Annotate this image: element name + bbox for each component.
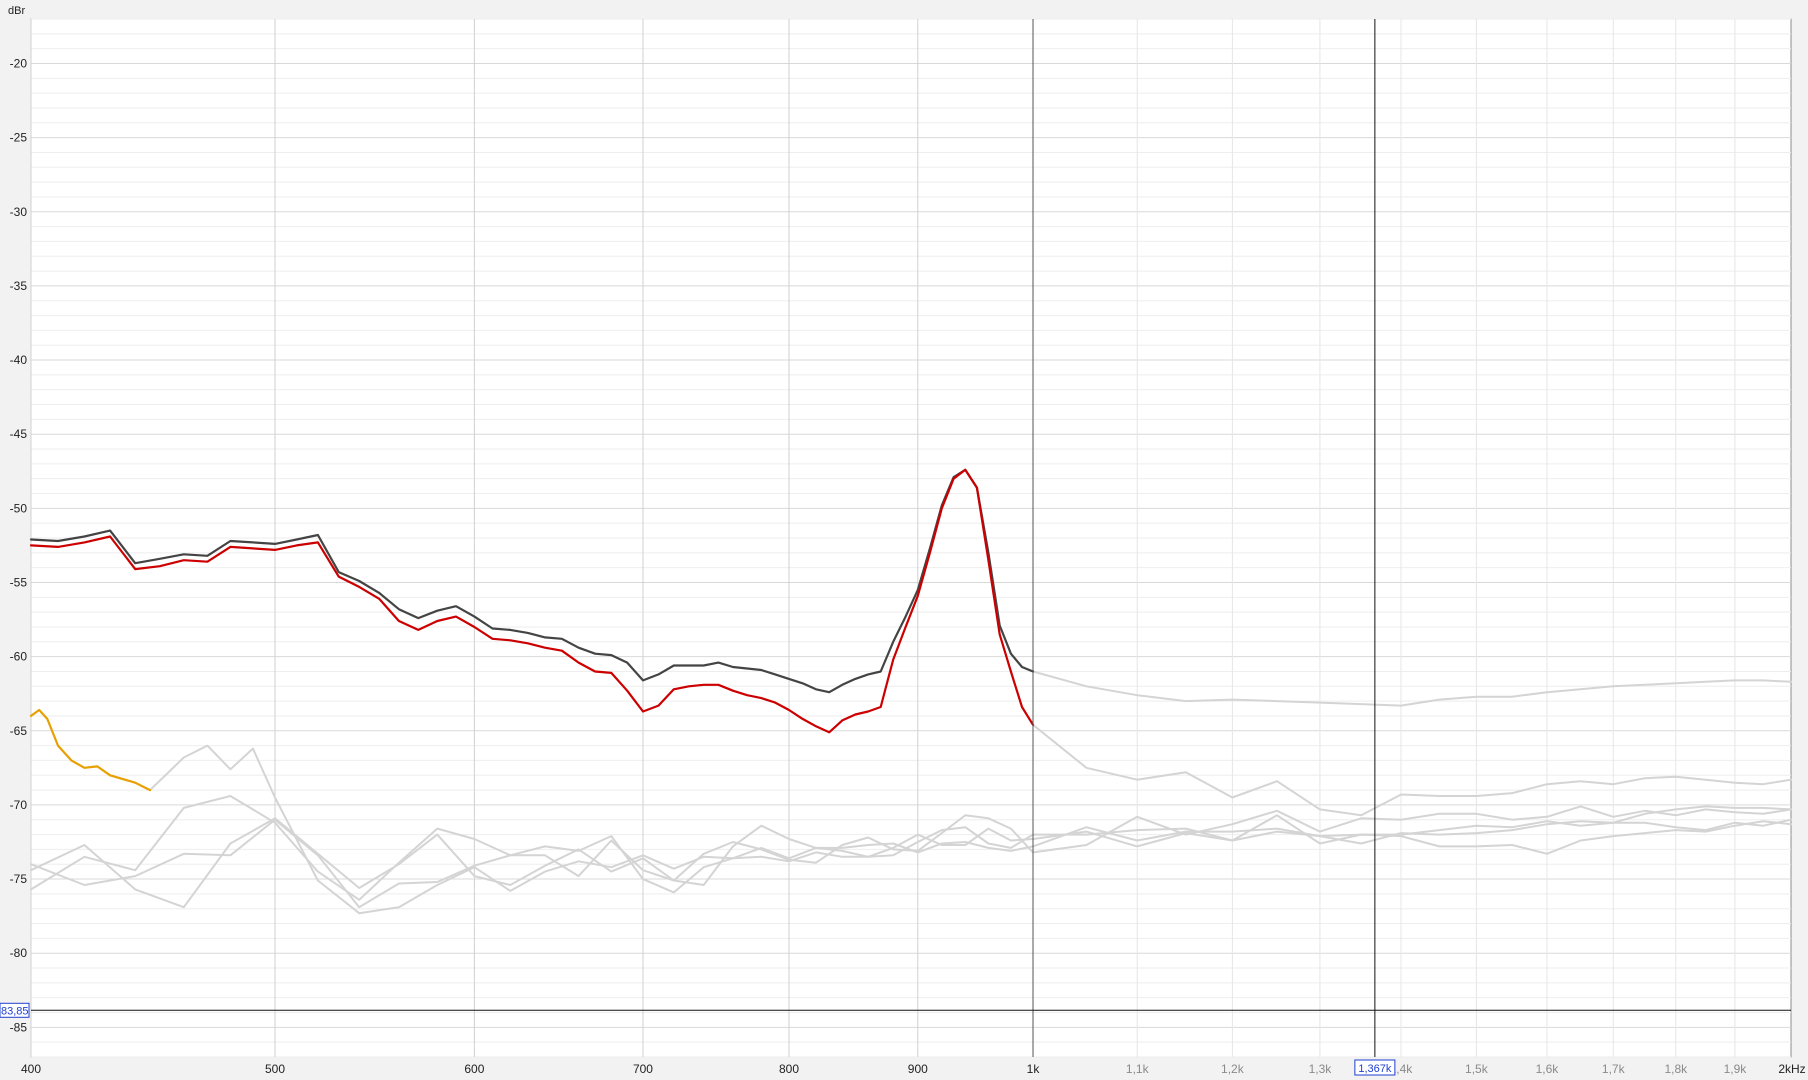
frequency-response-chart: -20 -25 -30 -35 -40 -45 -50 -55 -60 -65 -70 -75 -80 -… xyxy=(0,5,1806,1076)
x-tick-label: 1,9k xyxy=(1724,1062,1748,1076)
y-tick-label: -80 xyxy=(10,946,28,960)
y-tick-label: -70 xyxy=(10,798,28,812)
x-tick-label: 400 xyxy=(21,1062,41,1076)
y-tick-label: -75 xyxy=(10,872,28,886)
x-tick-label: 1,7k xyxy=(1602,1062,1626,1076)
y-tick-label: -35 xyxy=(10,279,28,293)
x-tick-label: 1,5k xyxy=(1465,1062,1489,1076)
y-tick-label: -25 xyxy=(10,131,28,145)
y-tick-label: -20 xyxy=(10,56,28,70)
x-tick-label: 800 xyxy=(779,1062,799,1076)
x-tick-label: 1,3k xyxy=(1309,1062,1333,1076)
y-tick-label: -45 xyxy=(10,427,28,441)
cursor-x-readout-text: 1,367k xyxy=(1358,1063,1392,1075)
y-unit-label: dBr xyxy=(8,5,25,17)
x-tick-label: 1,8k xyxy=(1664,1062,1688,1076)
x-tick-label: 900 xyxy=(908,1062,928,1076)
y-tick-label: -60 xyxy=(10,650,28,664)
x-unit-label: 2kHz xyxy=(1778,1062,1805,1076)
y-tick-label: -30 xyxy=(10,205,28,219)
x-tick-label: 1,2k xyxy=(1221,1062,1245,1076)
y-tick-label: -65 xyxy=(10,724,28,738)
x-tick-label: 1,1k xyxy=(1126,1062,1150,1076)
y-tick-label: -55 xyxy=(10,575,28,589)
y-tick-labels: -20 -25 -30 -35 -40 -45 -50 -55 -60 -65 -70 -75 -80 -… xyxy=(10,56,28,1034)
x-tick-labels: 400 500 600 700 800 900 1k 1,1k 1,2k 1,3k 1,4k 1,5k… xyxy=(21,1062,1747,1076)
x-tick-label: 700 xyxy=(633,1062,653,1076)
cursor-y-readout: 83,85 xyxy=(0,1002,30,1018)
x-tick-label: 500 xyxy=(265,1062,285,1076)
y-tick-label: -85 xyxy=(10,1020,28,1034)
y-tick-label: -40 xyxy=(10,353,28,367)
x-tick-label: 600 xyxy=(464,1062,484,1076)
cursor-x-readout: 1,367k xyxy=(1354,1059,1396,1076)
x-tick-label: 1,6k xyxy=(1536,1062,1560,1076)
y-tick-label: -50 xyxy=(10,501,28,515)
x-tick-label: 1k xyxy=(1027,1062,1041,1076)
cursor-y-readout-text: 83,85 xyxy=(1,1005,29,1017)
